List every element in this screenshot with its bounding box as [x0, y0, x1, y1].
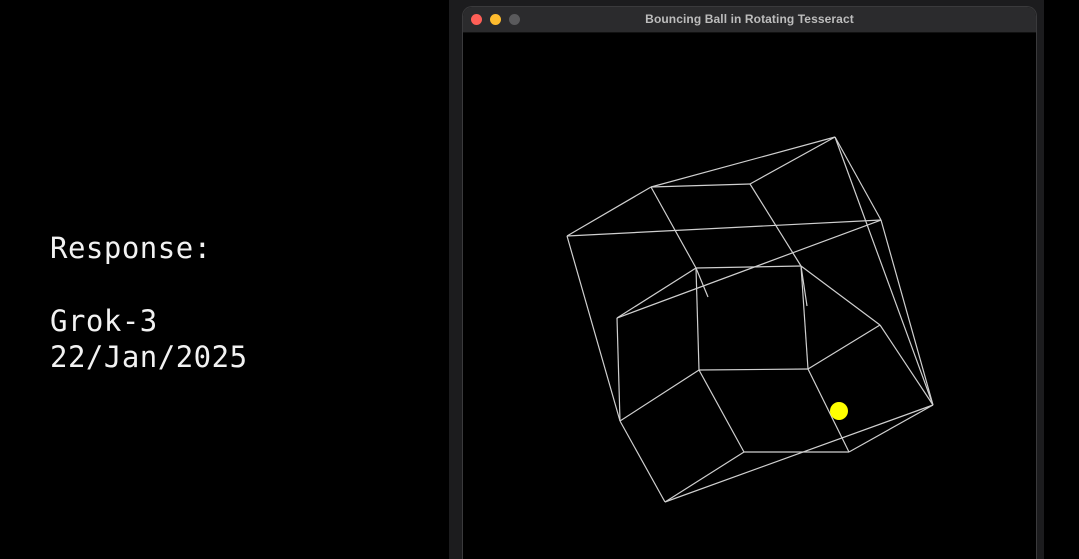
- tesseract-edge: [800, 265, 809, 370]
- tesseract-edge: [879, 324, 934, 406]
- tesseract-edge: [695, 267, 709, 298]
- tesseract-edge: [566, 186, 652, 237]
- tesseract-edge: [695, 267, 700, 371]
- caption: Response: Grok-3 22/Jan/2025: [50, 230, 248, 375]
- tesseract-edge: [749, 136, 836, 185]
- tesseract-edge: [650, 136, 836, 188]
- model-name: Grok-3: [50, 304, 158, 338]
- tesseract-scene: [566, 136, 934, 503]
- window-title: Bouncing Ball in Rotating Tesseract: [645, 12, 854, 26]
- response-date: 22/Jan/2025: [50, 340, 248, 374]
- tesseract-edge: [664, 451, 745, 503]
- response-label: Response:: [50, 231, 212, 265]
- bouncing-ball: [830, 402, 848, 420]
- tesseract-edge: [834, 136, 882, 221]
- tesseract-edge: [834, 136, 934, 406]
- tesseract-edge: [698, 368, 809, 371]
- tesseract-edge: [664, 404, 934, 503]
- window-titlebar[interactable]: Bouncing Ball in Rotating Tesseract: [463, 7, 1036, 33]
- tesseract-edge: [698, 369, 745, 453]
- tesseract-edge: [619, 369, 700, 422]
- tesseract-edge: [880, 219, 934, 406]
- tesseract-edge: [800, 265, 881, 326]
- tesseract-edge: [695, 265, 802, 269]
- render-canvas[interactable]: [463, 33, 1036, 559]
- tesseract-edge: [566, 219, 882, 237]
- app-window: Bouncing Ball in Rotating Tesseract: [463, 7, 1036, 559]
- tesseract-edge: [848, 404, 934, 453]
- tesseract-edge: [650, 186, 697, 269]
- tesseract-edge: [566, 235, 621, 422]
- tesseract-edge: [616, 317, 621, 422]
- tesseract-edge: [650, 183, 751, 188]
- tesseract-edge: [619, 420, 666, 503]
- tesseract-edge: [807, 324, 881, 370]
- tesseract-edge: [616, 219, 882, 319]
